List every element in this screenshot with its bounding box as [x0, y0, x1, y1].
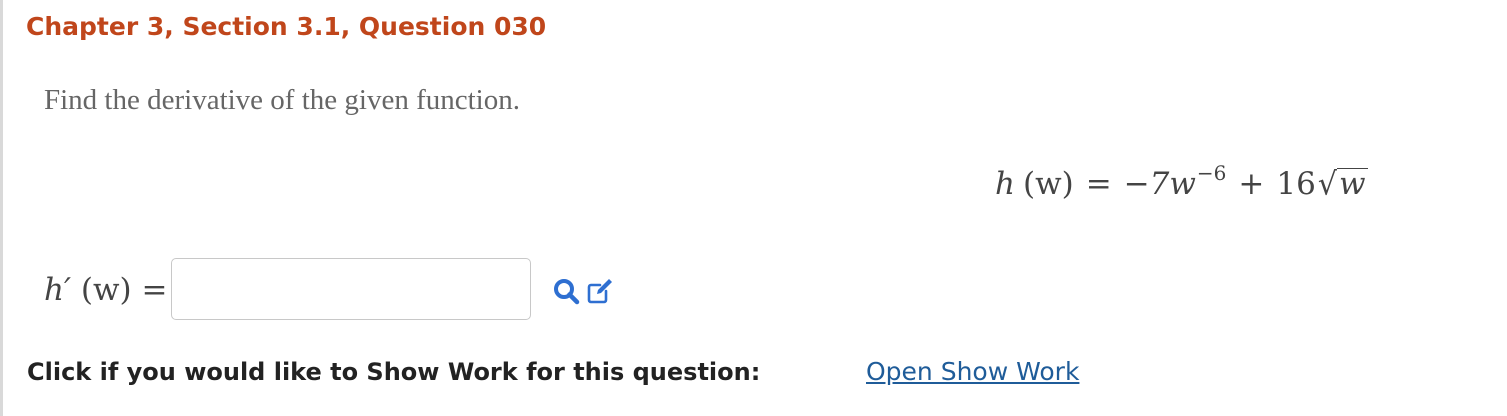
derivative-name: h′ — [44, 272, 72, 308]
answer-label: h′ (w) = — [44, 272, 167, 308]
question-prompt: Find the derivative of the given functio… — [44, 84, 520, 116]
function-name: h — [995, 166, 1015, 202]
plus-sign: + — [1238, 166, 1265, 202]
function-variable: (w) — [1022, 166, 1074, 202]
show-work-label: Click if you would like to Show Work for… — [27, 358, 761, 386]
equals-sign: = — [1085, 166, 1112, 202]
square-root: √ w — [1317, 166, 1368, 203]
left-border — [0, 0, 3, 416]
edit-icon[interactable] — [586, 277, 614, 305]
radicand: w — [1336, 166, 1368, 202]
derivative-variable: (w) — [80, 272, 132, 308]
coefficient: 16 — [1276, 166, 1316, 202]
open-show-work-link[interactable]: Open Show Work — [866, 357, 1079, 386]
question-title: Chapter 3, Section 3.1, Question 030 — [26, 12, 547, 41]
answer-input[interactable] — [171, 258, 531, 320]
term-one: −7w−6 — [1123, 161, 1227, 202]
derivative-equals: = — [141, 272, 168, 308]
search-icon[interactable] — [552, 277, 580, 305]
given-function: h (w) = −7w−6 + 16 √ w — [995, 161, 1368, 203]
term-one-exponent: −6 — [1196, 161, 1227, 185]
radical-sign: √ — [1317, 166, 1337, 203]
